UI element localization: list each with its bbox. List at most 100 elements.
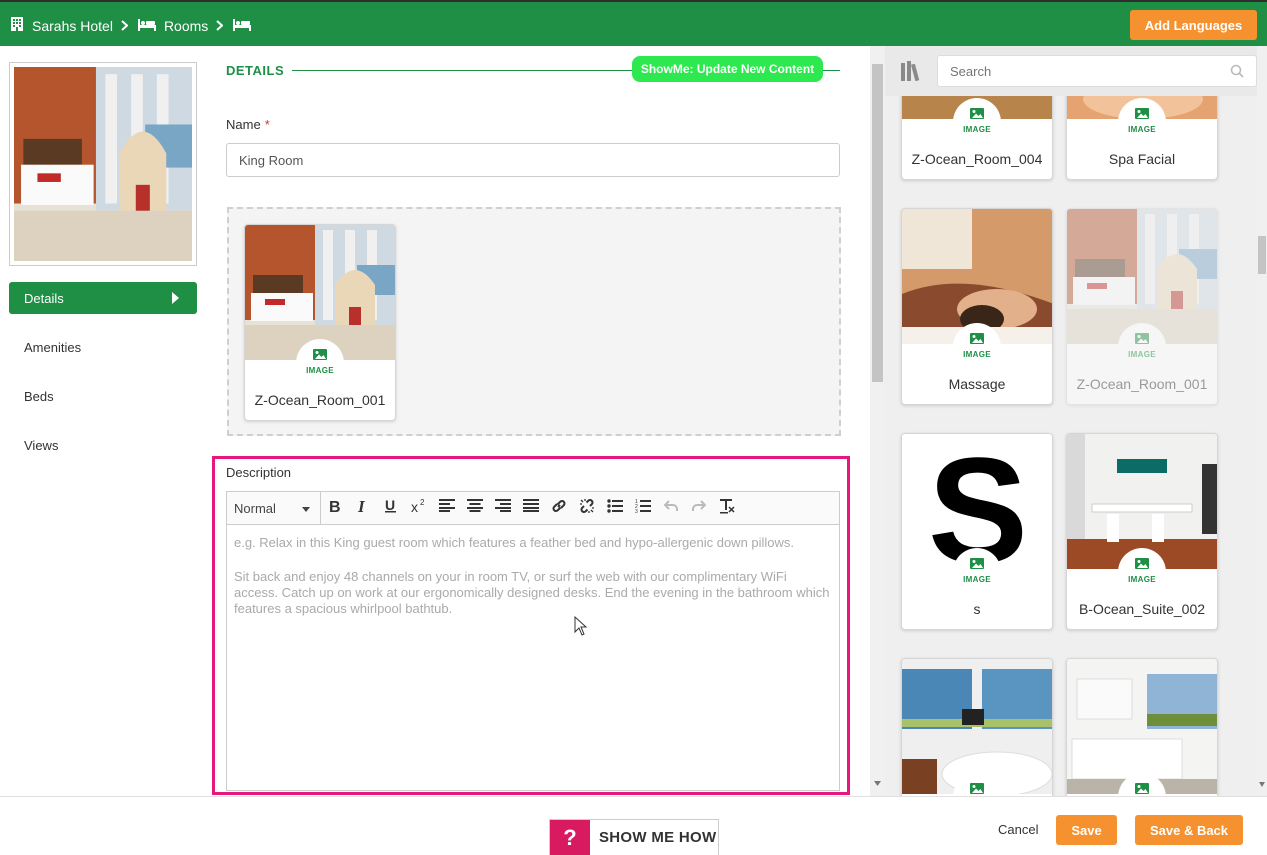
italic-icon: I bbox=[357, 497, 369, 518]
show-me-how-label: SHOW ME HOW bbox=[599, 829, 717, 846]
image-badge: IMAGE bbox=[953, 98, 1001, 146]
add-languages-button[interactable]: Add Languages bbox=[1130, 10, 1257, 40]
bold-button[interactable]: B bbox=[321, 492, 349, 524]
sidebar-item-label: Beds bbox=[24, 388, 54, 404]
svg-text:I: I bbox=[357, 499, 366, 513]
save-and-back-button[interactable]: Save & Back bbox=[1135, 815, 1243, 845]
svg-text:U: U bbox=[385, 498, 395, 513]
library-search-input[interactable] bbox=[937, 55, 1257, 87]
redo-button[interactable] bbox=[685, 492, 713, 524]
bullet-list-button[interactable] bbox=[601, 492, 629, 524]
breadcrumb-rooms-link[interactable]: Rooms bbox=[164, 18, 208, 34]
link-button[interactable] bbox=[545, 492, 573, 524]
description-editor[interactable]: e.g. Relax in this King guest room which… bbox=[226, 525, 840, 791]
clear-format-icon bbox=[719, 498, 735, 519]
svg-text:3: 3 bbox=[635, 509, 638, 513]
image-badge: IMAGE bbox=[953, 548, 1001, 596]
image-badge: IMAGE bbox=[296, 339, 344, 387]
required-marker: * bbox=[264, 117, 270, 132]
library-image-card-selected[interactable]: IMAGE Z-Ocean_Room_001 bbox=[1066, 208, 1218, 405]
footer-bar: ? SHOW ME HOW Cancel Save Save & Back bbox=[0, 796, 1267, 855]
link-icon bbox=[551, 498, 567, 519]
search-icon[interactable] bbox=[1230, 64, 1244, 83]
undo-icon bbox=[663, 499, 678, 517]
redo-icon bbox=[692, 499, 707, 517]
caret-right-icon bbox=[172, 292, 179, 304]
image-title: Massage bbox=[948, 376, 1006, 392]
showme-update-button[interactable]: ShowMe: Update New Content bbox=[632, 56, 823, 82]
image-badge: IMAGE bbox=[953, 323, 1001, 371]
image-dropzone[interactable]: IMAGE Z-Ocean_Room_001 bbox=[227, 207, 841, 436]
image-icon bbox=[1135, 558, 1149, 569]
image-icon bbox=[970, 783, 984, 794]
sidebar-item-beds[interactable]: Beds bbox=[9, 380, 197, 412]
chevron-down-icon bbox=[302, 507, 310, 512]
breadcrumb-hotel-link[interactable]: Sarahs Hotel bbox=[32, 18, 113, 34]
name-label-text: Name bbox=[226, 117, 261, 132]
sidebar-item-label: Views bbox=[24, 437, 59, 453]
numbered-list-button[interactable]: 123 bbox=[629, 492, 657, 524]
library-scrollbar[interactable] bbox=[1257, 46, 1267, 796]
section-title: DETAILS bbox=[226, 63, 285, 78]
mouse-cursor-icon bbox=[574, 616, 588, 636]
image-icon bbox=[970, 333, 984, 344]
library-image-card[interactable]: S IMAGE s bbox=[901, 433, 1053, 630]
image-icon bbox=[1135, 333, 1149, 344]
sidebar-item-amenities[interactable]: Amenities bbox=[9, 331, 197, 363]
media-library-panel: IMAGE Z-Ocean_Room_004 IMAGE Spa Facial … bbox=[885, 46, 1267, 796]
superscript-button[interactable]: x2 bbox=[405, 492, 433, 524]
image-title: B-Ocean_Suite_002 bbox=[1078, 601, 1206, 617]
library-books-icon[interactable] bbox=[901, 61, 921, 86]
scrollbar-thumb[interactable] bbox=[1258, 236, 1266, 274]
numbered-list-icon: 123 bbox=[635, 498, 651, 518]
align-left-button[interactable] bbox=[433, 492, 461, 524]
name-input[interactable] bbox=[226, 143, 840, 177]
image-icon bbox=[1135, 108, 1149, 119]
sidebar-item-label: Amenities bbox=[24, 339, 82, 355]
library-image-card[interactable]: IMAGE bbox=[901, 658, 1053, 796]
underline-button[interactable]: U bbox=[377, 492, 405, 524]
cancel-button[interactable]: Cancel bbox=[998, 822, 1038, 837]
format-select[interactable]: Normal bbox=[227, 492, 321, 524]
save-button[interactable]: Save bbox=[1056, 815, 1117, 845]
library-image-card[interactable]: IMAGE B-Ocean_Suite_002 bbox=[1066, 433, 1218, 630]
show-me-how-button[interactable]: ? SHOW ME HOW bbox=[549, 819, 719, 855]
bed-icon bbox=[137, 18, 156, 34]
image-badge: IMAGE bbox=[1118, 323, 1166, 371]
align-center-icon bbox=[467, 499, 483, 517]
image-icon bbox=[970, 108, 984, 119]
image-badge: IMAGE bbox=[1118, 98, 1166, 146]
selected-image-card[interactable]: IMAGE Z-Ocean_Room_001 bbox=[244, 224, 396, 421]
library-image-card[interactable]: IMAGE Massage bbox=[901, 208, 1053, 405]
align-right-button[interactable] bbox=[489, 492, 517, 524]
italic-button[interactable]: I bbox=[349, 492, 377, 524]
bold-icon: B bbox=[329, 499, 341, 518]
editor-toolbar: Normal B I U x2 123 bbox=[226, 491, 840, 525]
image-badge: IMAGE bbox=[1118, 548, 1166, 596]
image-type-label: IMAGE bbox=[1128, 125, 1156, 134]
image-title: s bbox=[973, 601, 981, 617]
unlink-button[interactable] bbox=[573, 492, 601, 524]
description-label: Description bbox=[226, 465, 292, 480]
align-right-icon bbox=[495, 499, 511, 517]
scroll-down-arrow-icon bbox=[1259, 782, 1265, 787]
sidebar-item-views[interactable]: Views bbox=[9, 429, 197, 461]
svg-text:B: B bbox=[329, 499, 341, 513]
undo-button[interactable] bbox=[657, 492, 685, 524]
sidebar-item-details[interactable]: Details bbox=[9, 282, 197, 314]
align-justify-button[interactable] bbox=[517, 492, 545, 524]
align-left-icon bbox=[439, 499, 455, 517]
svg-text:2: 2 bbox=[420, 499, 425, 507]
bullet-list-icon bbox=[607, 498, 623, 518]
image-type-label: IMAGE bbox=[1128, 350, 1156, 359]
clear-format-button[interactable] bbox=[713, 492, 741, 524]
content-scrollbar[interactable] bbox=[870, 46, 885, 796]
library-image-card[interactable]: IMAGE bbox=[1066, 658, 1218, 796]
top-bar: Sarahs Hotel Rooms Add Languages bbox=[0, 0, 1267, 46]
image-title: Spa Facial bbox=[1108, 151, 1176, 167]
scrollbar-thumb[interactable] bbox=[872, 64, 883, 382]
image-title: Z-Ocean_Room_001 bbox=[1076, 376, 1208, 392]
breadcrumb: Sarahs Hotel Rooms bbox=[10, 16, 259, 35]
hotel-icon bbox=[10, 16, 24, 35]
align-center-button[interactable] bbox=[461, 492, 489, 524]
